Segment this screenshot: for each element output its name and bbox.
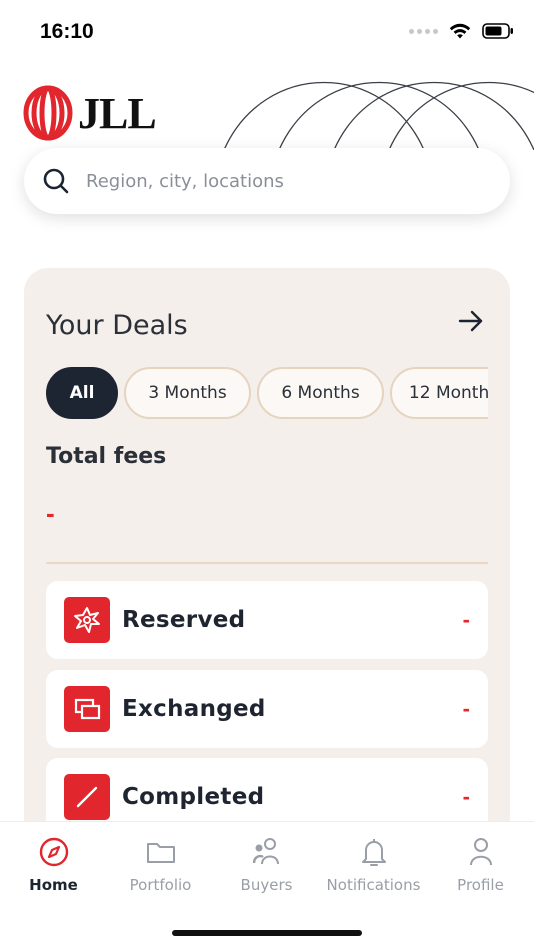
person-icon — [469, 838, 492, 866]
status-time: 16:10 — [40, 20, 94, 43]
deal-label: Completed — [122, 784, 265, 810]
decorative-arcs — [224, 81, 534, 150]
deal-label: Exchanged — [122, 696, 266, 722]
deals-title: Your Deals — [46, 310, 188, 341]
filter-6-months[interactable]: 6 Months — [257, 367, 384, 419]
tab-home[interactable]: Home — [0, 836, 107, 894]
tab-label: Buyers — [240, 876, 293, 894]
total-fees-label: Total fees — [46, 444, 167, 469]
status-bar: 16:10 — [0, 0, 534, 64]
period-filters: All3 Months6 Months12 Months — [46, 367, 488, 421]
search-bar[interactable] — [24, 148, 510, 214]
completed-icon — [64, 774, 110, 820]
arrow-right-icon[interactable] — [456, 306, 486, 336]
tab-portfolio[interactable]: Portfolio — [107, 836, 214, 894]
battery-icon — [482, 23, 513, 39]
tab-profile[interactable]: Profile — [427, 836, 534, 894]
signal-icon — [409, 28, 438, 34]
deal-value: - — [462, 784, 470, 809]
status-icons — [409, 22, 514, 40]
deal-row-exchanged[interactable]: Exchanged - — [46, 670, 488, 748]
compass-icon — [39, 837, 68, 867]
filter-all[interactable]: All — [46, 367, 118, 419]
tab-buyers[interactable]: Buyers — [213, 836, 320, 894]
search-icon — [43, 168, 69, 194]
divider — [46, 562, 488, 564]
home-indicator — [172, 930, 362, 936]
deal-value: - — [462, 607, 470, 632]
app-header: JLL — [0, 64, 534, 154]
filter-12-months[interactable]: 12 Months — [390, 367, 488, 419]
total-fees-value: - — [46, 498, 55, 528]
wifi-icon — [449, 23, 471, 39]
your-deals-card: Your Deals All3 Months6 Months12 Months … — [24, 268, 510, 868]
deal-label: Reserved — [122, 607, 246, 633]
tab-label: Home — [29, 876, 78, 894]
folder-icon — [146, 843, 175, 863]
deal-value: - — [462, 696, 470, 721]
tab-notifications[interactable]: Notifications — [320, 836, 427, 894]
exchanged-icon — [64, 686, 110, 732]
bell-icon — [361, 839, 386, 866]
tab-label: Notifications — [326, 876, 421, 894]
search-input[interactable] — [86, 170, 466, 192]
logo-text: JLL — [78, 88, 157, 138]
buyers-icon — [252, 838, 279, 865]
jll-logo-mark-icon — [23, 85, 73, 141]
jll-logo: JLL — [22, 84, 157, 142]
deal-row-reserved[interactable]: Reserved - — [46, 581, 488, 659]
filter-3-months[interactable]: 3 Months — [124, 367, 251, 419]
reserved-icon — [64, 597, 110, 643]
tab-label: Profile — [457, 876, 504, 894]
tab-label: Portfolio — [129, 876, 192, 894]
